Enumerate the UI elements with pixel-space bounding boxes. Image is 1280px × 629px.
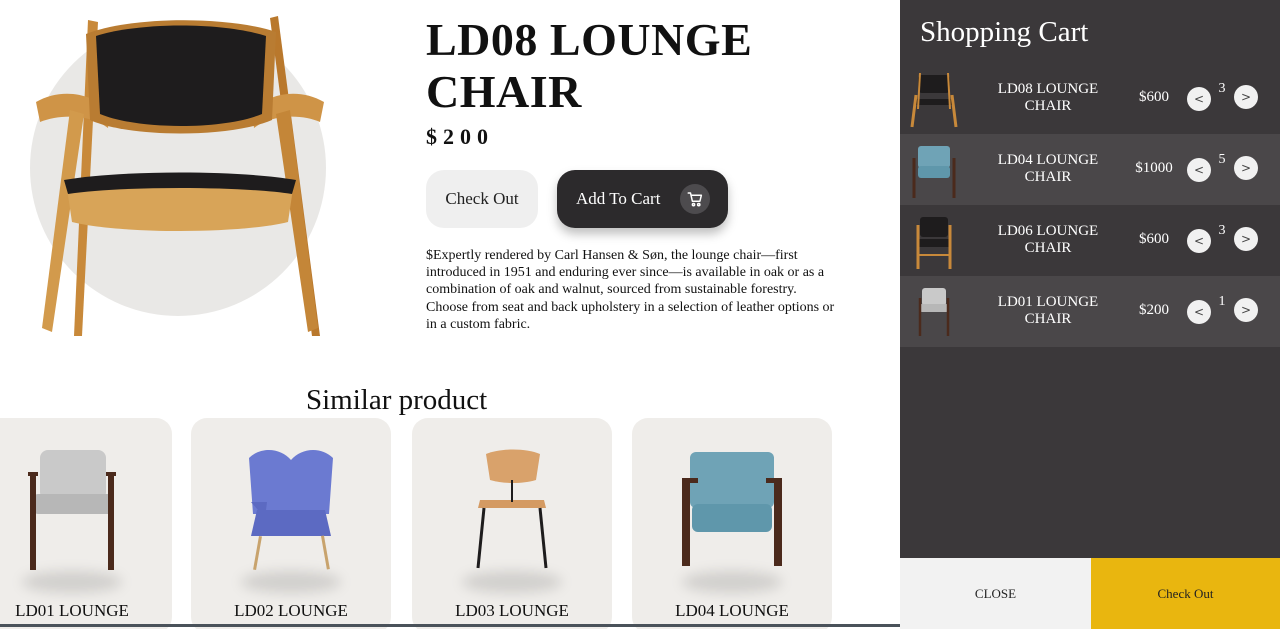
add-to-cart-button[interactable]: Add To Cart: [557, 170, 728, 228]
increase-quantity-button[interactable]: >: [1234, 85, 1258, 109]
shopping-cart-panel: Shopping Cart LD08 LOUNGE CHAIR $600 < 3…: [900, 0, 1280, 629]
cart-item-name: LD06 LOUNGE CHAIR: [997, 223, 1099, 256]
cart-item-quantity: 3: [1218, 81, 1226, 96]
similar-products-heading: Similar product: [306, 384, 488, 416]
decrease-quantity-button[interactable]: <: [1187, 87, 1211, 111]
cart-item-name: LD04 LOUNGE CHAIR: [997, 152, 1099, 185]
increase-quantity-button[interactable]: >: [1234, 298, 1258, 322]
lounge-chair-illustration: [36, 16, 324, 336]
page-divider: [0, 624, 900, 627]
cart-item-name: LD08 LOUNGE CHAIR: [997, 81, 1099, 114]
similar-product-card[interactable]: LD02 LOUNGE: [191, 418, 391, 629]
similar-product-label: LD03 LOUNGE: [455, 601, 569, 620]
shopping-cart-icon: [680, 184, 710, 214]
cart-item-quantity: 3: [1218, 223, 1226, 238]
cart-item-price: $600: [1139, 89, 1169, 105]
close-cart-button[interactable]: CLOSE: [900, 558, 1091, 629]
teal-lounge-chair-image: [682, 452, 782, 566]
similar-product-card[interactable]: LD04 LOUNGE: [632, 418, 832, 629]
wood-side-chair-image: [476, 449, 548, 569]
add-to-cart-label: Add To Cart: [576, 189, 661, 208]
cart-item-price: $1000: [1135, 160, 1173, 176]
cart-item-thumbnail: [912, 146, 956, 198]
similar-product-card[interactable]: LD01 LOUNGE: [0, 418, 172, 629]
increase-quantity-button[interactable]: >: [1234, 227, 1258, 251]
decrease-quantity-button[interactable]: <: [1187, 300, 1211, 324]
grey-armchair-image: [28, 450, 116, 570]
cart-item-price: $600: [1139, 231, 1169, 247]
decrease-quantity-button[interactable]: <: [1187, 229, 1211, 253]
decrease-quantity-button[interactable]: <: [1187, 158, 1211, 182]
product-price: $200: [426, 124, 494, 149]
product-description: $Expertly rendered by Carl Hansen & Søn,…: [426, 248, 835, 332]
cart-item-quantity: 1: [1218, 294, 1226, 309]
blue-wingback-chair-image: [249, 449, 333, 571]
increase-quantity-button[interactable]: >: [1234, 156, 1258, 180]
similar-product-label: LD01 LOUNGE: [15, 601, 129, 620]
cart-item: LD04 LOUNGE CHAIR $1000 < 5 >: [900, 134, 1280, 205]
cart-item-thumbnail: [916, 217, 952, 269]
cart-item: LD08 LOUNGE CHAIR $600 < 3 >: [900, 63, 1280, 134]
checkout-button[interactable]: Check Out: [426, 170, 538, 228]
cart-item-thumbnail: [910, 72, 958, 128]
cart-item-thumbnail: [918, 288, 950, 336]
similar-product-card[interactable]: LD03 LOUNGE: [412, 418, 612, 629]
similar-product-label: LD04 LOUNGE: [675, 601, 789, 620]
cart-checkout-button[interactable]: Check Out: [1091, 558, 1280, 629]
cart-item-price: $200: [1139, 302, 1169, 318]
cart-title: Shopping Cart: [920, 16, 1089, 48]
product-image: [30, 10, 330, 340]
cart-item-quantity: 5: [1218, 152, 1226, 167]
similar-product-label: LD02 LOUNGE: [234, 601, 348, 620]
cart-item: LD01 LOUNGE CHAIR $200 < 1 >: [900, 276, 1280, 347]
product-title: LD08 LOUNGE CHAIR: [426, 14, 753, 117]
cart-item-name: LD01 LOUNGE CHAIR: [997, 294, 1099, 327]
cart-item: LD06 LOUNGE CHAIR $600 < 3 >: [900, 205, 1280, 276]
